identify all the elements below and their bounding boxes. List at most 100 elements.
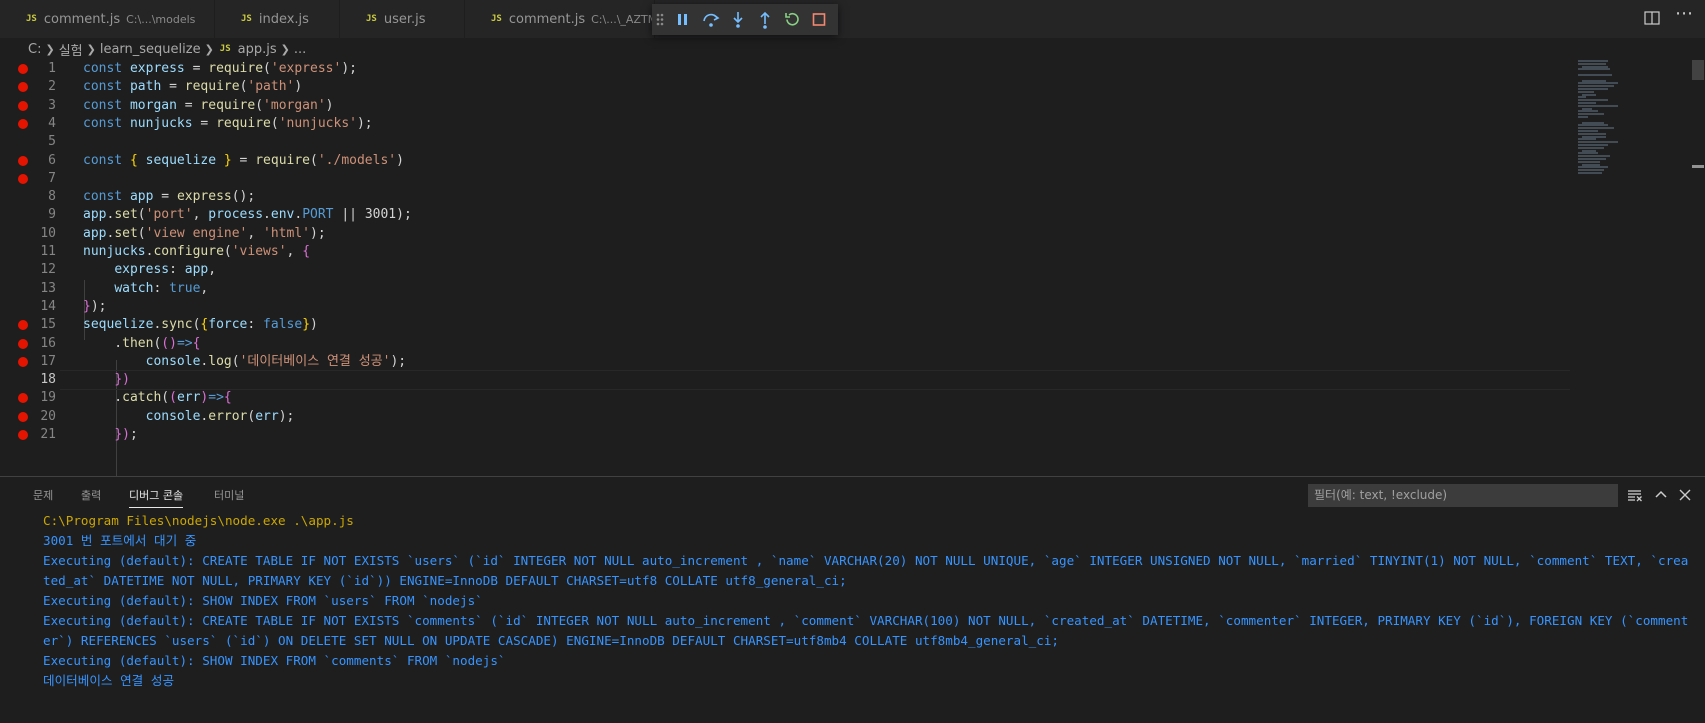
restart-icon[interactable] [779,4,805,35]
tab-comment-aztmp[interactable]: JS comment.js C:\...\_AZTMPC [465,0,655,38]
breakpoint-icon[interactable] [18,82,28,93]
stop-icon[interactable] [806,4,832,35]
chevron-up-icon[interactable] [1653,487,1669,503]
code-token: } [216,152,232,168]
chevron-right-icon: ❯ [45,42,55,56]
minimap-line [1582,163,1600,166]
code-token: } [302,317,311,333]
code-line[interactable]: 7 [0,169,1570,189]
breakpoint-icon[interactable] [18,430,28,440]
breakpoint-icon[interactable] [18,64,28,74]
tab-index-js[interactable]: JS index.js [215,0,340,38]
tab-terminal[interactable]: 터미널 [214,487,244,503]
tab-user-js[interactable]: JS user.js [340,0,465,38]
close-icon[interactable] [1677,487,1693,503]
code-line[interactable]: 19 .catch((err)=>{ [0,388,1570,408]
code-token: ); [390,353,407,369]
breadcrumb-symbol[interactable]: ... [294,42,306,57]
line-number: 19 [40,390,56,406]
more-actions-icon[interactable]: ⋯ [1675,5,1695,26]
breakpoint-icon[interactable] [18,338,28,349]
code-token: catch [122,390,162,406]
code-line[interactable]: 8 const app = express(); [0,187,1570,207]
code-token: = [231,152,256,168]
tab-comment-models[interactable]: JS comment.js C:\...\models [0,0,215,38]
tab-debug-console[interactable]: 디버그 콘솔 [129,487,184,508]
step-into-icon[interactable] [725,4,751,35]
tab-output[interactable]: 출력 [81,487,101,503]
code-token: true [169,280,201,296]
code-line[interactable]: 17 console.log('데이터베이스 연결 성공'); [0,352,1570,372]
code-token: express [129,61,185,76]
breakpoint-icon[interactable] [18,155,28,166]
code-token: ) [325,97,334,113]
code-line[interactable]: 12 express: app, [0,260,1570,280]
code-token: watch [114,280,154,296]
code-line[interactable]: 4 const nunjucks = require('nunjucks'); [0,114,1570,134]
code-token: const [83,61,130,76]
minimap[interactable] [1578,60,1688,180]
breadcrumb-folder[interactable]: 실험 [59,40,83,59]
clear-console-icon[interactable] [1627,487,1643,503]
breakpoint-icon[interactable] [18,173,28,184]
code-line[interactable]: 16 .then(()=>{ [0,334,1570,354]
pause-icon[interactable] [670,4,696,35]
line-number: 2 [48,79,56,95]
breakpoint-icon[interactable] [18,118,28,129]
line-number: 10 [40,225,56,241]
split-editor-icon[interactable] [1644,10,1660,25]
code-line[interactable]: 9 app.set('port', process.env.PORT || 300… [0,205,1570,225]
vertical-scrollbar[interactable] [1690,60,1704,476]
line-number: 13 [40,280,56,296]
code-line[interactable]: 15 sequelize.sync({force: false}) [0,315,1570,335]
step-over-icon[interactable] [698,4,724,35]
code-token: app [83,225,107,241]
js-file-icon: JS [26,14,37,24]
code-token: err [176,390,201,406]
code-token: app [83,207,107,223]
code-line[interactable]: 13 watch: true, [0,279,1570,299]
code-line[interactable]: 6 const { sequelize } = require('./models… [0,151,1570,171]
js-file-icon: JS [366,14,377,24]
breadcrumb-file[interactable]: app.js [238,42,277,57]
minimap-line [1578,124,1608,127]
code-line[interactable]: 11 nunjucks.configure('views', { [0,242,1570,262]
code-line[interactable]: 2 const path = require('path') [0,77,1570,97]
code-line[interactable]: 10 app.set('view engine', 'html'); [0,224,1570,244]
tab-problems[interactable]: 문제 [33,487,53,503]
breadcrumb-folder[interactable]: learn_sequelize [100,42,201,57]
code-editor[interactable]: 1 const express = require('express'); 2 con… [0,60,1705,476]
code-line[interactable]: 1 const express = require('express'); [0,59,1570,79]
code-text: }) [83,370,130,390]
minimap-line [1578,90,1594,93]
code-token: sequelize [145,152,217,168]
step-out-icon[interactable] [752,4,778,35]
breakpoint-icon[interactable] [18,411,28,422]
breadcrumb-drive[interactable]: C: [28,42,41,57]
code-token: ) [294,79,303,95]
minimap-line [1582,79,1606,82]
code-token: morgan [129,97,177,113]
breakpoint-icon[interactable] [18,356,28,367]
breakpoint-icon[interactable] [18,393,28,404]
minimap-line [1582,149,1596,152]
code-token: ); [90,298,107,314]
code-line[interactable]: 20 console.error(err); [0,407,1570,427]
code-line[interactable]: 21 }); [0,425,1570,445]
minimap-line [1578,88,1608,90]
minimap-line [1578,146,1604,149]
console-filter-input[interactable] [1308,484,1618,507]
code-text: express: app, [83,260,216,280]
code-line[interactable]: 3 const morgan = require('morgan') [0,96,1570,116]
code-line[interactable]: 5 [0,132,1570,152]
code-token: . [83,390,123,406]
line-number: 8 [48,189,56,205]
drag-handle-icon[interactable] [652,4,668,35]
code-line[interactable]: 18 }) [0,370,1570,391]
code-text: console.log('데이터베이스 연결 성공'); [83,352,407,372]
code-text: sequelize.sync({force: false}) [83,315,318,335]
code-line[interactable]: 14}); [0,297,1570,317]
breakpoint-icon[interactable] [18,320,28,331]
breakpoint-icon[interactable] [18,100,28,111]
